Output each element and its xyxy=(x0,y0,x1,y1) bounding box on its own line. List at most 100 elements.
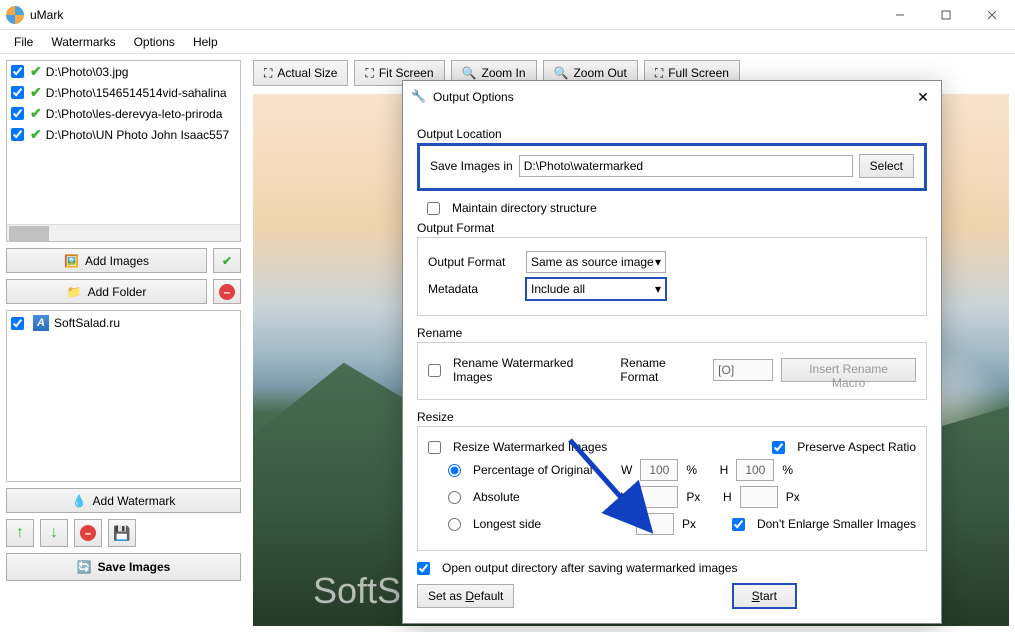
save-watermark-button[interactable]: 💾 xyxy=(108,519,136,547)
minimize-button[interactable] xyxy=(877,0,923,30)
output-format-label: Output Format xyxy=(428,255,518,269)
rename-checkbox-label: Rename Watermarked Images xyxy=(453,356,612,384)
output-location-group: Save Images in Select xyxy=(417,143,927,191)
file-checkbox[interactable] xyxy=(11,86,24,99)
set-default-button[interactable]: Set as Default xyxy=(417,584,514,608)
output-path-input[interactable] xyxy=(519,155,853,177)
file-name: D:\Photo\03.jpg xyxy=(46,65,129,79)
fit-screen-icon: ⛶ xyxy=(365,66,373,81)
watermark-list[interactable]: A SoftSalad.ru xyxy=(6,310,241,482)
resize-longest-radio[interactable] xyxy=(448,518,461,531)
minus-icon: – xyxy=(80,525,96,541)
file-list-item[interactable]: ✔ D:\Photo\UN Photo John Isaac557 xyxy=(7,124,240,145)
rename-format-input xyxy=(713,359,773,381)
folder-icon: 📁 xyxy=(67,285,82,299)
insert-macro-button: Insert Rename Macro xyxy=(781,358,916,382)
check-icon: ✔ xyxy=(222,254,232,268)
rename-section-label: Rename xyxy=(417,326,927,340)
maintain-directory-label: Maintain directory structure xyxy=(452,201,597,215)
titlebar: uMark xyxy=(0,0,1015,30)
maximize-button[interactable] xyxy=(923,0,969,30)
add-folder-button[interactable]: 📁 Add Folder xyxy=(6,279,207,304)
check-all-button[interactable]: ✔ xyxy=(213,248,241,273)
check-icon: ✔ xyxy=(30,126,42,143)
dialog-title: Output Options xyxy=(433,90,907,104)
add-folder-label: Add Folder xyxy=(88,285,147,299)
check-icon: ✔ xyxy=(30,84,42,101)
move-up-button[interactable]: ↑ xyxy=(6,519,34,547)
rename-format-label: Rename Format xyxy=(620,356,705,384)
output-format-select[interactable]: Same as source image▾ xyxy=(526,251,666,273)
output-format-section-label: Output Format xyxy=(417,221,927,235)
resize-percentage-radio[interactable] xyxy=(448,464,461,477)
arrow-down-icon: ↓ xyxy=(50,524,58,542)
file-list-item[interactable]: ✔ D:\Photo\1546514514vid-sahalina xyxy=(7,82,240,103)
file-name: D:\Photo\UN Photo John Isaac557 xyxy=(46,128,229,142)
add-images-icon: 🖼️ xyxy=(64,254,79,268)
file-checkbox[interactable] xyxy=(11,107,24,120)
annotation-arrow-icon xyxy=(560,430,690,560)
zoom-in-icon: 🔍 xyxy=(462,66,477,80)
watermark-name: SoftSalad.ru xyxy=(54,316,120,330)
watermark-item[interactable]: A SoftSalad.ru xyxy=(7,311,240,335)
resize-section-label: Resize xyxy=(417,410,927,424)
dont-enlarge-checkbox[interactable] xyxy=(732,518,745,531)
maintain-directory-checkbox[interactable] xyxy=(427,202,440,215)
menu-options[interactable]: Options xyxy=(126,32,183,52)
sidebar: ✔ D:\Photo\03.jpg ✔ D:\Photo\1546514514v… xyxy=(0,54,247,632)
menubar: File Watermarks Options Help xyxy=(0,30,1015,54)
minus-icon: – xyxy=(219,284,235,300)
wrench-icon: 🔧 xyxy=(411,89,427,105)
save-icon: 🔄 xyxy=(77,560,92,574)
file-checkbox[interactable] xyxy=(11,65,24,78)
file-list-item[interactable]: ✔ D:\Photo\les-derevya-leto-priroda xyxy=(7,103,240,124)
file-name: D:\Photo\1546514514vid-sahalina xyxy=(46,86,227,100)
zoom-out-icon: 🔍 xyxy=(554,66,569,80)
close-button[interactable] xyxy=(969,0,1015,30)
metadata-label: Metadata xyxy=(428,282,518,296)
text-watermark-icon: A xyxy=(33,315,49,331)
metadata-select[interactable]: Include all▾ xyxy=(526,278,666,300)
start-button[interactable]: Start xyxy=(732,583,797,609)
app-title: uMark xyxy=(30,8,877,22)
check-icon: ✔ xyxy=(30,105,42,122)
add-images-button[interactable]: 🖼️ Add Images xyxy=(6,248,207,273)
resize-checkbox[interactable] xyxy=(428,441,441,454)
move-down-button[interactable]: ↓ xyxy=(40,519,68,547)
remove-button[interactable]: – xyxy=(213,279,241,304)
check-icon: ✔ xyxy=(30,63,42,80)
actual-size-icon: ⛶ xyxy=(264,66,272,81)
menu-watermarks[interactable]: Watermarks xyxy=(43,32,123,52)
save-images-button[interactable]: 🔄 Save Images xyxy=(6,553,241,581)
file-list-h-scrollbar[interactable] xyxy=(7,224,240,241)
dont-enlarge-label: Don't Enlarge Smaller Images xyxy=(757,517,916,531)
save-images-in-label: Save Images in xyxy=(430,159,513,173)
file-list-item[interactable]: ✔ D:\Photo\03.jpg xyxy=(7,61,240,82)
aspect-ratio-label: Preserve Aspect Ratio xyxy=(797,440,916,454)
resize-h-px-input xyxy=(740,486,778,508)
chevron-down-icon: ▾ xyxy=(655,282,661,296)
actual-size-button[interactable]: ⛶Actual Size xyxy=(253,60,348,86)
watermark-checkbox[interactable] xyxy=(11,317,24,330)
open-output-label: Open output directory after saving water… xyxy=(442,561,737,575)
file-checkbox[interactable] xyxy=(11,128,24,141)
menu-help[interactable]: Help xyxy=(185,32,226,52)
delete-watermark-button[interactable]: – xyxy=(74,519,102,547)
open-output-checkbox[interactable] xyxy=(417,562,430,575)
aspect-ratio-checkbox[interactable] xyxy=(772,441,785,454)
add-watermark-button[interactable]: 💧 Add Watermark xyxy=(6,488,241,513)
add-watermark-label: Add Watermark xyxy=(93,494,176,508)
resize-absolute-radio[interactable] xyxy=(448,491,461,504)
save-images-label: Save Images xyxy=(98,560,171,574)
file-list[interactable]: ✔ D:\Photo\03.jpg ✔ D:\Photo\1546514514v… xyxy=(6,60,241,242)
rename-checkbox[interactable] xyxy=(428,364,441,377)
output-location-label: Output Location xyxy=(417,127,927,141)
full-screen-icon: ⛶ xyxy=(655,66,663,81)
arrow-up-icon: ↑ xyxy=(16,524,24,542)
menu-file[interactable]: File xyxy=(6,32,41,52)
select-path-button[interactable]: Select xyxy=(859,154,914,178)
chevron-down-icon: ▾ xyxy=(655,255,661,269)
output-format-group: Output Format Same as source image▾ Meta… xyxy=(417,237,927,316)
file-name: D:\Photo\les-derevya-leto-priroda xyxy=(46,107,223,121)
dialog-close-button[interactable]: ✕ xyxy=(913,87,933,107)
